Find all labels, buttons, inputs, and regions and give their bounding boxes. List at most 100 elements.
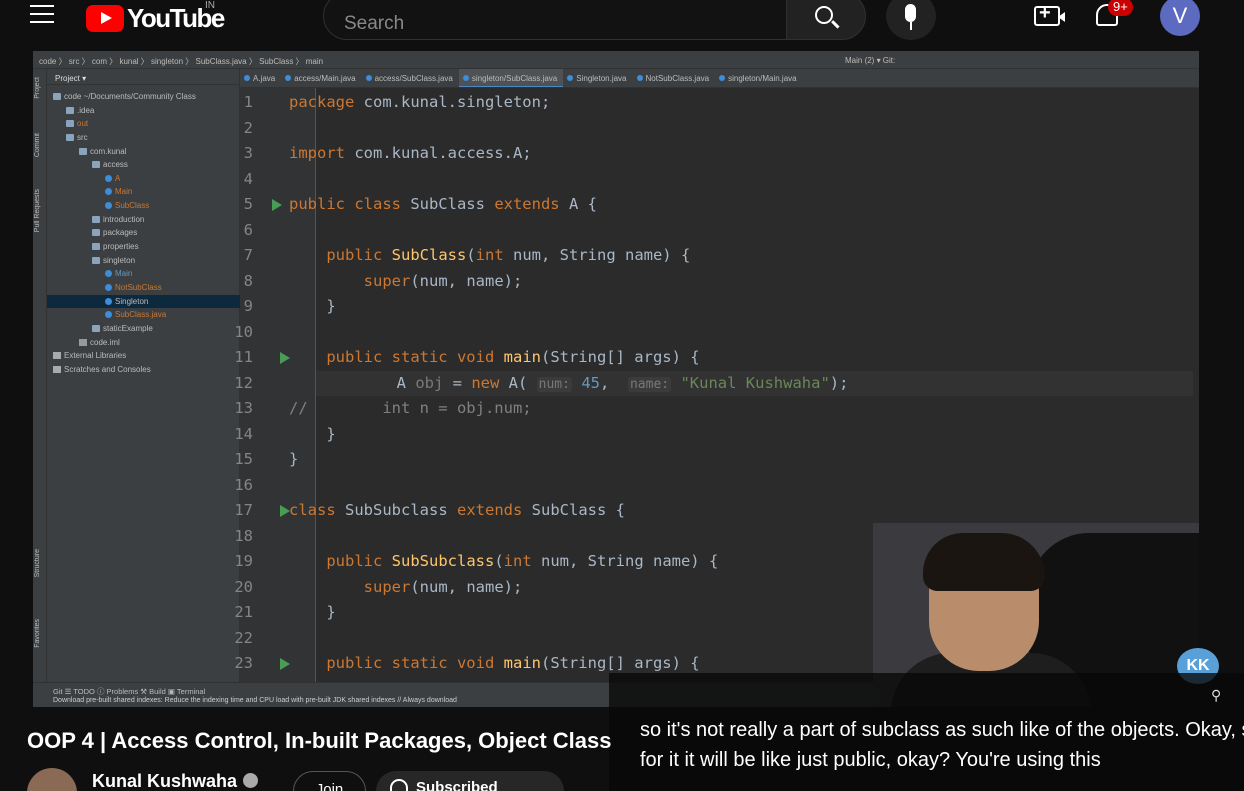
line-number: 5 (243, 195, 253, 213)
java-class-icon (244, 75, 250, 81)
java-class-icon (365, 75, 372, 81)
editor-tab-label: NotSubClass.java (645, 74, 710, 83)
code-text: public SubClass(int num, String name) { (326, 246, 691, 264)
masthead: YouTube IN Search 9+ V (0, 0, 1244, 51)
search-input[interactable]: Search (323, 0, 787, 40)
code-text: A obj = new A( num: 45, name: "Kunal Kus… (322, 373, 849, 392)
code-line[interactable]: 4 (0, 167, 1166, 193)
channel-avatar[interactable] (27, 768, 77, 791)
code-text: } (289, 603, 336, 621)
code-text: super(num, name); (363, 271, 523, 290)
line-number: 10 (234, 322, 253, 341)
run-gutter-icon[interactable] (280, 505, 290, 517)
subscribe-label: Subscribed (416, 779, 498, 791)
editor-tab-label: A.java (253, 74, 276, 83)
line-number: 22 (234, 628, 253, 647)
line-number: 8 (243, 271, 253, 290)
search-button[interactable] (786, 0, 866, 40)
line-number: 14 (234, 424, 253, 443)
code-line[interactable]: 10 (0, 320, 1166, 346)
java-class-icon (636, 75, 643, 81)
youtube-play-icon (86, 5, 124, 32)
code-line[interactable]: 11 public static void main(String[] args… (0, 345, 1166, 371)
editor-tab-label: access/SubClass.java (374, 74, 453, 83)
line-number: 13 (234, 399, 253, 417)
project-panel-title: Project ▾ (47, 69, 239, 85)
code-line[interactable]: 14 } (0, 422, 1166, 448)
code-line[interactable]: 12 A obj = new A( num: 45, name: "Kunal … (234, 370, 1193, 396)
editor-tab[interactable]: singleton/SubClass.java (458, 69, 564, 87)
notifications-badge: 9+ (1108, 0, 1133, 16)
channel-name-text: Kunal Kushwaha (92, 771, 238, 791)
code-text: package com.kunal.singleton; (289, 93, 551, 111)
code-line[interactable]: 7 public SubClass(int num, String name) … (0, 243, 1166, 269)
pin-icon[interactable]: ⚲ (1211, 687, 1221, 704)
verified-icon (243, 773, 259, 788)
code-line[interactable]: 17 class SubSubclass extends SubClass { (0, 498, 1166, 524)
create-video-icon[interactable] (1034, 2, 1065, 26)
line-number: 3 (243, 144, 253, 162)
line-number: 15 (234, 450, 253, 468)
line-number: 9 (243, 297, 253, 315)
code-text: // int n = obj.num; (289, 399, 532, 417)
editor-tab[interactable]: singleton/Main.java (715, 69, 802, 87)
line-number: 1 (243, 93, 253, 111)
code-line[interactable]: 16 (0, 473, 1166, 499)
editor-tab-label: singleton/SubClass.java (471, 74, 558, 83)
line-number: 19 (234, 552, 253, 570)
editor-tabs: A.java access/Main.java access/SubClass.ja… (240, 69, 1199, 88)
code-line[interactable]: 5 public class SubClass extends A { (0, 192, 1166, 218)
line-number: 4 (243, 169, 253, 188)
java-class-icon (567, 75, 574, 81)
captions-window: ⚲ so it's not really a part of subclass … (609, 673, 1244, 791)
code-text: public class SubClass extends A { (289, 195, 597, 213)
youtube-logo[interactable]: YouTube IN (86, 0, 225, 34)
code-line[interactable]: 3 import com.kunal.access.A; (0, 141, 1166, 167)
java-class-icon (719, 75, 726, 81)
code-text: import com.kunal.access.A; (289, 144, 532, 162)
java-class-icon (462, 75, 469, 81)
bell-icon (390, 779, 408, 791)
line-number: 16 (234, 475, 253, 494)
editor-tab-label: singleton/Main.java (728, 74, 797, 83)
code-line[interactable]: 9 } (0, 294, 1166, 320)
code-line[interactable]: 13 // int n = obj.num; (0, 396, 1166, 422)
menu-icon[interactable] (30, 5, 54, 25)
subscribe-button[interactable]: Subscribed (376, 771, 564, 791)
editor-tab[interactable]: A.java (240, 69, 281, 87)
line-number: 18 (234, 526, 253, 545)
editor-tab[interactable]: access/Main.java (281, 69, 361, 87)
editor-tab[interactable]: Singleton.java (563, 69, 632, 87)
presenter-hair (923, 533, 1045, 591)
editor-tab[interactable]: NotSubClass.java (633, 69, 716, 87)
code-text: class SubSubclass extends SubClass { (289, 501, 625, 519)
video-title: OOP 4 | Access Control, In-built Package… (27, 728, 612, 753)
code-text: } (289, 297, 336, 315)
code-text: public SubSubclass(int num, String name)… (326, 552, 719, 570)
line-number: 23 (234, 654, 253, 672)
ide-run-config: Main (2) ▾ Git: (845, 56, 896, 65)
line-number: 6 (243, 220, 253, 239)
code-line[interactable]: 6 (0, 218, 1166, 244)
channel-name[interactable]: Kunal Kushwaha (92, 771, 259, 791)
code-line[interactable]: 2 (0, 116, 1166, 142)
line-number: 2 (243, 118, 253, 137)
run-gutter-icon[interactable] (272, 199, 282, 211)
line-number: 17 (234, 501, 253, 519)
code-line[interactable]: 8 super(num, name); (0, 269, 1166, 295)
java-class-icon (285, 75, 292, 81)
line-number: 11 (234, 348, 253, 366)
run-gutter-icon[interactable] (280, 352, 290, 364)
search-icon (815, 6, 833, 24)
editor-tab[interactable]: access/SubClass.java (362, 69, 459, 87)
run-gutter-icon[interactable] (280, 658, 290, 670)
code-text: } (289, 424, 336, 443)
ide-breadcrumb: code 〉 src 〉 com 〉 kunal 〉 singleton 〉 S… (39, 57, 324, 66)
country-code: IN (205, 0, 215, 11)
voice-search-mic-icon[interactable] (886, 0, 936, 40)
code-line[interactable]: 15} (0, 447, 1166, 473)
account-avatar[interactable]: V (1160, 0, 1200, 36)
code-line[interactable]: 1 package com.kunal.singleton; (0, 90, 1166, 116)
join-button[interactable]: Join (293, 771, 366, 791)
ide-navbar: code 〉 src 〉 com 〉 kunal 〉 singleton 〉 S… (33, 51, 1199, 69)
